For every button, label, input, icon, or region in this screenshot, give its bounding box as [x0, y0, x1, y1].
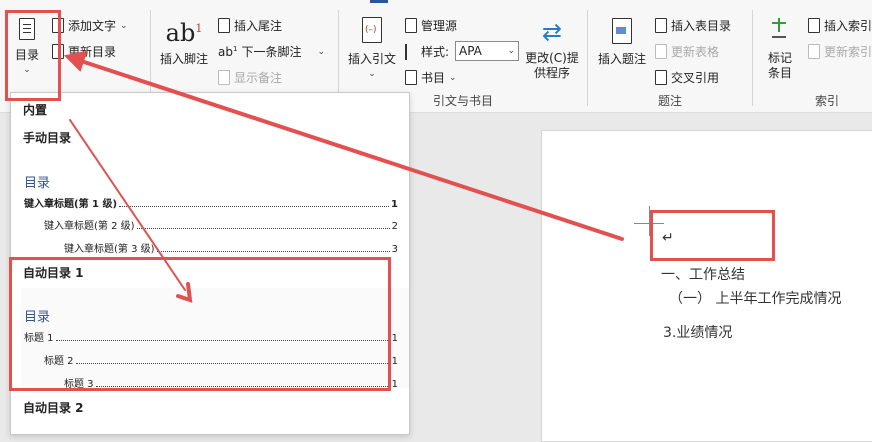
show-notes-icon — [218, 70, 230, 85]
update-index-icon — [808, 44, 820, 59]
insert-caption-label: 插入题注 — [597, 52, 646, 66]
bibliography-button[interactable]: 书目 ⌄ — [405, 69, 457, 86]
cross-reference-icon — [655, 70, 667, 85]
heading-2[interactable]: （一） 上半年工作完成情况 — [669, 288, 841, 308]
style-dropdown[interactable]: APA ⌄ — [455, 41, 519, 61]
chevron-down-icon: ⌄ — [507, 46, 515, 56]
manage-sources-button[interactable]: 管理源 — [405, 17, 457, 34]
update-toc-label: 更新目录 — [68, 45, 117, 59]
cross-reference-label: 交叉引用 — [671, 71, 720, 85]
annotation-box-toc-button — [5, 10, 61, 101]
swap-arrows-icon: ⇄ — [541, 18, 563, 46]
citations-group-label: 引文与书目 — [433, 94, 494, 108]
mark-entry-label-2: 条目 — [767, 66, 792, 80]
auto-toc-2-option-title[interactable]: 自动目录 2 — [23, 399, 84, 416]
update-table-label: 更新表格 — [671, 45, 720, 59]
cross-reference-button[interactable]: 交叉引用 — [655, 69, 719, 86]
manual-toc-option-title[interactable]: 手动目录 — [23, 129, 71, 146]
footnote-icon: ab1 — [165, 19, 203, 47]
insert-citation-label: 插入引文 — [347, 52, 396, 66]
endnote-icon — [218, 18, 230, 33]
manage-sources-icon — [405, 18, 417, 33]
style-selector: 样式: — [405, 43, 449, 60]
annotation-box-auto-toc-1 — [9, 257, 391, 391]
update-table-icon — [655, 44, 667, 59]
update-index-label: 更新索引 — [824, 45, 872, 59]
change-provider-label-1: 更改(C)提 — [525, 51, 579, 65]
style-icon — [405, 43, 417, 60]
update-table-button[interactable]: 更新表格 — [655, 43, 719, 60]
insert-endnote-label: 插入尾注 — [234, 19, 283, 33]
index-group-label: 索引 — [815, 94, 840, 108]
update-toc-button[interactable]: 更新目录 — [52, 43, 116, 60]
chevron-down-icon: ⌄ — [120, 20, 128, 31]
insert-citation-button[interactable]: (–) 插入引文 ⌄ — [346, 17, 398, 82]
insert-index-label: 插入索引 — [824, 19, 872, 33]
heading-1[interactable]: 一、工作总结 — [661, 264, 745, 284]
caption-icon — [612, 18, 632, 44]
show-notes-label: 显示备注 — [234, 71, 283, 85]
chevron-down-icon: ⌄ — [368, 69, 376, 79]
divider — [587, 10, 588, 106]
insert-index-button[interactable]: 插入索引 — [808, 17, 872, 34]
captions-group-label: 题注 — [658, 94, 683, 108]
add-text-label: 添加文字 — [68, 19, 117, 33]
change-provider-button[interactable]: ⇄ 更改(C)提 供程序 — [524, 18, 580, 81]
mark-entry-icon — [770, 18, 790, 44]
table-of-figures-icon — [655, 18, 667, 33]
heading-3[interactable]: 3.业绩情况 — [663, 322, 732, 342]
insert-footnote-button[interactable]: ab1 插入脚注 — [158, 14, 210, 67]
insert-endnote-button[interactable]: 插入尾注 — [218, 17, 282, 34]
manual-toc-line-3[interactable]: 键入章标题(第 3 级) 3 — [64, 240, 398, 255]
manual-toc-preview-title: 目录 — [24, 176, 51, 191]
bibliography-label: 书目 — [421, 71, 446, 85]
change-provider-label-2: 供程序 — [533, 66, 570, 80]
next-footnote-icon: ab1 — [218, 44, 238, 59]
show-notes-button[interactable]: 显示备注 — [218, 69, 282, 86]
chevron-down-icon: ⌄ — [449, 72, 457, 83]
active-tab-indicator — [370, 0, 388, 3]
insert-caption-button[interactable]: 插入题注 — [596, 18, 648, 67]
divider — [752, 10, 753, 106]
mark-entry-label-1: 标记 — [767, 51, 792, 65]
next-footnote-button[interactable]: ab1 下一条脚注 ⌄ — [218, 43, 325, 60]
insert-table-of-figures-label: 插入表目录 — [671, 19, 732, 33]
style-label: 样式: — [421, 45, 450, 59]
document-page[interactable]: ↵ 一、工作总结 （一） 上半年工作完成情况 3.业绩情况 — [541, 130, 872, 442]
chevron-down-icon: ⌄ — [317, 46, 326, 57]
bibliography-icon — [405, 70, 417, 85]
builtin-header: 内置 — [23, 103, 48, 117]
style-value: APA — [459, 44, 482, 58]
next-footnote-label: 下一条脚注 — [241, 45, 302, 59]
mark-entry-button[interactable]: 标记 条目 — [762, 18, 798, 81]
manual-toc-line-1[interactable]: 键入章标题(第 1 级) 1 — [24, 195, 398, 210]
insert-footnote-label: 插入脚注 — [159, 52, 208, 66]
insert-table-of-figures-button[interactable]: 插入表目录 — [655, 17, 731, 34]
citation-icon: (–) — [362, 17, 382, 43]
insert-index-icon — [808, 18, 820, 33]
add-text-button[interactable]: 添加文字 ⌄ — [52, 17, 128, 34]
manage-sources-label: 管理源 — [421, 19, 458, 33]
annotation-box-cursor — [650, 210, 775, 261]
manual-toc-line-2[interactable]: 键入章标题(第 2 级) 2 — [44, 217, 398, 232]
update-index-button[interactable]: 更新索引 — [808, 43, 872, 60]
